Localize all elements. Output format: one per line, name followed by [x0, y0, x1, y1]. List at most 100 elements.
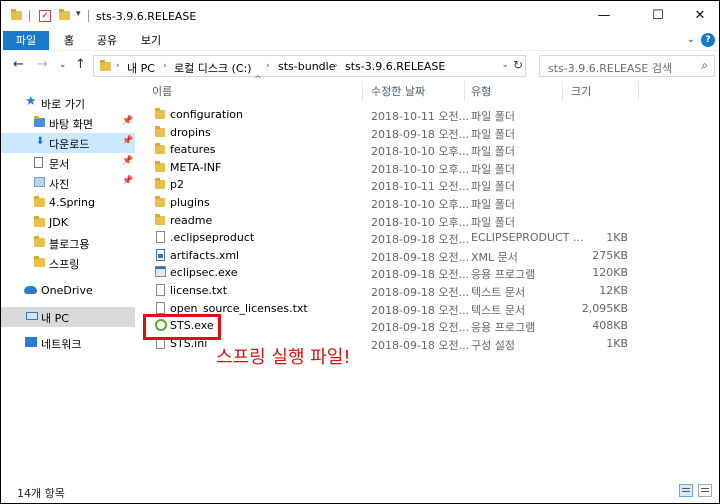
- column-divider[interactable]: [562, 81, 563, 101]
- folder-icon: [155, 160, 165, 172]
- file-name: .eclipseproduct: [170, 231, 255, 245]
- breadcrumb-separator-icon[interactable]: ›: [266, 61, 270, 71]
- file-type: 응용 프로그램: [471, 268, 536, 282]
- file-icon: [156, 231, 165, 244]
- forward-arrow-icon[interactable]: →: [37, 57, 48, 72]
- refresh-icon[interactable]: ↻: [513, 58, 523, 72]
- file-icon: [156, 301, 165, 314]
- file-type: 파일 폴더: [471, 215, 515, 229]
- column-divider[interactable]: [638, 81, 639, 101]
- file-date: 2018-09-18 오전...: [371, 321, 470, 335]
- nav-label: 내 PC: [41, 312, 69, 325]
- folder-icon: [155, 125, 165, 137]
- nav-desktop[interactable]: 바탕 화면 📌: [1, 113, 135, 133]
- column-divider[interactable]: [362, 81, 363, 101]
- file-type: 응용 프로그램: [471, 321, 536, 335]
- nav-label: 다운로드: [49, 138, 90, 151]
- pin-icon[interactable]: 📌: [122, 156, 133, 166]
- nav-label: OneDrive: [41, 284, 93, 297]
- tab-view[interactable]: 보기: [135, 31, 167, 50]
- help-icon[interactable]: ?: [701, 33, 715, 47]
- nav-onedrive[interactable]: OneDrive: [1, 281, 135, 301]
- nav-downloads[interactable]: ⬇ 다운로드 📌: [1, 133, 135, 153]
- address-bar[interactable]: › 내 PC › 로컬 디스크 (C:) › sts-bundle › sts-…: [93, 55, 526, 77]
- minimize-button[interactable]: —: [581, 1, 627, 31]
- document-icon: [34, 157, 43, 168]
- file-size: 408KB: [592, 319, 628, 333]
- search-input[interactable]: sts-3.9.6.RELEASE 검색: [548, 60, 672, 76]
- up-arrow-icon[interactable]: ↑: [75, 57, 86, 72]
- pin-icon[interactable]: 📌: [122, 116, 133, 126]
- file-date: 2018-10-11 오전...: [371, 110, 470, 123]
- expand-ribbon-icon[interactable]: ⌄: [687, 34, 695, 45]
- star-icon: ★: [25, 94, 37, 109]
- nav-folder-jdk[interactable]: JDK: [1, 213, 135, 233]
- pin-icon[interactable]: 📌: [122, 136, 133, 146]
- new-folder-icon[interactable]: [59, 9, 70, 20]
- nav-quick-access[interactable]: ★ 바로 가기: [1, 93, 135, 113]
- folder-icon: [155, 143, 165, 155]
- table-row[interactable]: configuration 2018-10-11 오전... 파일 폴더: [138, 106, 638, 123]
- breadcrumb-local-disk[interactable]: 로컬 디스크 (C:): [174, 60, 252, 76]
- tab-share[interactable]: 공유: [91, 31, 123, 50]
- nav-pictures[interactable]: 사진 📌: [1, 173, 135, 193]
- file-date: 2018-10-10 오후...: [371, 145, 470, 159]
- table-row[interactable]: dropins 2018-09-18 오전... 파일 폴더: [138, 124, 638, 141]
- file-type: 파일 폴더: [471, 162, 515, 176]
- table-row[interactable]: features 2018-10-10 오후... 파일 폴더: [138, 141, 638, 158]
- nav-this-pc[interactable]: 내 PC: [1, 307, 135, 327]
- table-row[interactable]: artifacts.xml 2018-09-18 오전... XML 문서 275KB: [138, 247, 638, 264]
- breadcrumb-sts-bundle[interactable]: sts-bundle: [278, 60, 335, 73]
- divider: [88, 10, 89, 22]
- breadcrumb-separator-icon[interactable]: ›: [163, 61, 167, 71]
- column-header-date[interactable]: 수정한 날짜: [371, 83, 425, 101]
- file-date: 2018-09-18 오전...: [371, 303, 470, 317]
- tab-home[interactable]: 홈: [57, 31, 81, 50]
- table-row[interactable]: META-INF 2018-10-10 오후... 파일 폴더: [138, 159, 638, 176]
- breadcrumb-separator-icon[interactable]: ›: [334, 61, 338, 71]
- nav-folder-spring[interactable]: 스프링: [1, 253, 135, 273]
- column-header-type[interactable]: 유형: [471, 83, 491, 101]
- nav-folder-blog[interactable]: 블로그용: [1, 233, 135, 253]
- breadcrumb-this-pc[interactable]: 내 PC: [127, 60, 155, 76]
- close-button[interactable]: ✕: [677, 1, 719, 31]
- file-type: 파일 폴더: [471, 198, 515, 211]
- pin-icon[interactable]: 📌: [122, 176, 133, 186]
- search-icon[interactable]: ⌕: [701, 58, 708, 73]
- properties-icon[interactable]: ✓: [39, 10, 51, 22]
- details-view-icon[interactable]: [679, 484, 693, 497]
- file-name: features: [170, 143, 216, 157]
- table-row[interactable]: readme 2018-10-10 오후... 파일 폴더: [138, 212, 638, 229]
- table-row[interactable]: plugins 2018-10-10 오후... 파일 폴더: [138, 194, 638, 211]
- table-row[interactable]: p2 2018-10-11 오전... 파일 폴더: [138, 176, 638, 193]
- breadcrumb-current-folder[interactable]: sts-3.9.6.RELEASE: [345, 60, 445, 73]
- nav-network[interactable]: 네트워크: [1, 333, 135, 353]
- tab-file[interactable]: 파일: [3, 31, 49, 50]
- file-type: 구성 설정: [471, 338, 515, 352]
- back-arrow-icon[interactable]: ←: [13, 57, 24, 72]
- address-dropdown-icon[interactable]: ⌄: [501, 60, 509, 70]
- column-divider[interactable]: [464, 81, 465, 101]
- file-size: 12KB: [599, 284, 628, 297]
- file-date: 2018-10-11 오전...: [371, 180, 470, 194]
- folder-icon: [34, 256, 45, 267]
- file-type: ECLIPSEPRODUCT ...: [471, 231, 584, 245]
- file-size: 120KB: [592, 266, 628, 280]
- search-box[interactable]: sts-3.9.6.RELEASE 검색 ⌕: [539, 55, 715, 77]
- column-header-name[interactable]: 이름: [152, 83, 172, 101]
- folder-icon: [100, 60, 111, 71]
- column-header-size[interactable]: 크기: [571, 83, 591, 101]
- table-row[interactable]: license.txt 2018-09-18 오전... 텍스트 문서 12KB: [138, 282, 638, 299]
- nav-folder-4-spring[interactable]: 4.Spring: [1, 193, 135, 213]
- table-row[interactable]: eclipsec.exe 2018-09-18 오전... 응용 프로그램 120KB: [138, 264, 638, 281]
- recent-locations-icon[interactable]: ⌄: [59, 60, 67, 70]
- nav-documents[interactable]: 문서 📌: [1, 153, 135, 173]
- customize-quick-access-icon[interactable]: ▾: [76, 9, 81, 19]
- divider: [29, 10, 30, 22]
- maximize-button[interactable]: ☐: [635, 1, 681, 31]
- table-row[interactable]: .eclipseproduct 2018-09-18 오전... ECLIPSEPR…: [138, 229, 638, 246]
- large-icons-view-icon[interactable]: [698, 484, 712, 497]
- breadcrumb-separator-icon[interactable]: ›: [116, 61, 120, 71]
- file-date: 2018-09-18 오전...: [371, 250, 470, 264]
- file-size: 1KB: [606, 231, 628, 245]
